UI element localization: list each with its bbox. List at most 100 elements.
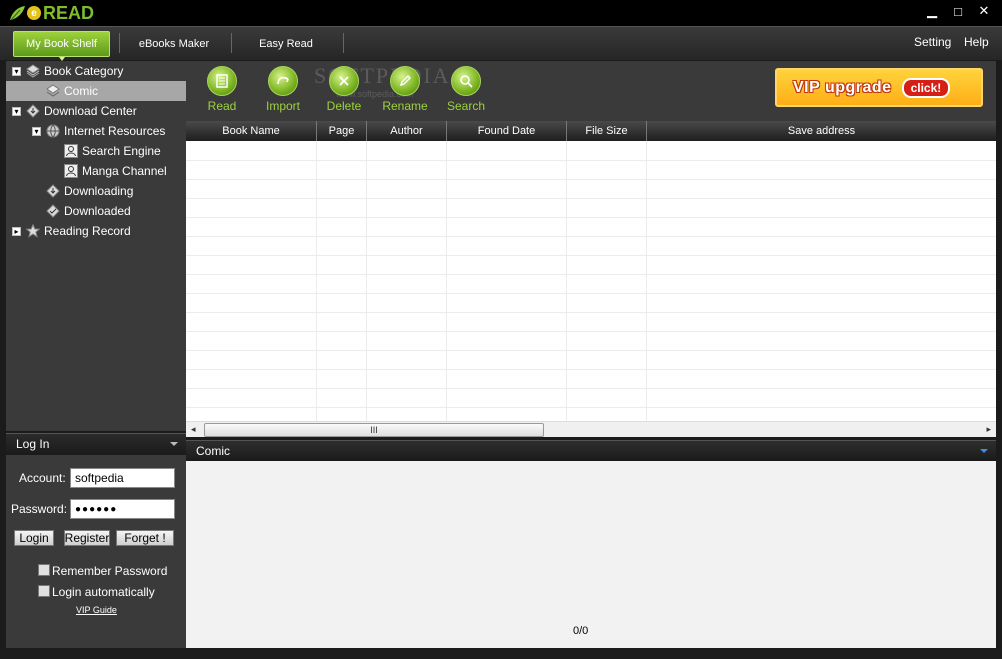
- download-icon: [46, 184, 60, 198]
- table-grid: [186, 141, 996, 421]
- account-input[interactable]: softpedia: [70, 468, 175, 488]
- book-table: Book Name Page Author Found Date File Si…: [186, 121, 996, 437]
- tree-item-downloading[interactable]: Downloading: [6, 181, 186, 201]
- account-label: Account:: [19, 471, 66, 485]
- preview-pane: 0/0: [186, 461, 996, 648]
- import-button[interactable]: Import: [253, 66, 313, 113]
- tree-item-book-category[interactable]: ▾ Book Category: [6, 61, 186, 81]
- scroll-left-icon[interactable]: ◂: [191, 424, 196, 435]
- remember-password-label[interactable]: Remember Password: [52, 564, 167, 578]
- vip-upgrade-banner[interactable]: VIP upgrade click!: [775, 68, 983, 107]
- preview-header[interactable]: Comic: [186, 440, 996, 460]
- rename-pencil-icon: [390, 66, 420, 96]
- login-button[interactable]: Login: [14, 530, 54, 546]
- login-panel-header[interactable]: Log In: [6, 433, 186, 453]
- leaf-icon: [10, 6, 25, 21]
- tree-item-label: Downloaded: [64, 204, 131, 218]
- column-header-page[interactable]: Page: [317, 121, 367, 141]
- collapse-toggle-icon[interactable]: ▾: [12, 66, 21, 76]
- downloaded-icon: [46, 204, 60, 218]
- tree-item-download-center[interactable]: ▾ Download Center: [6, 101, 186, 121]
- horizontal-scrollbar[interactable]: ◂ III ▸: [186, 421, 996, 437]
- read-button[interactable]: Read: [192, 66, 252, 113]
- scroll-right-icon[interactable]: ▸: [986, 424, 991, 435]
- star-icon: [26, 224, 40, 238]
- tree-item-label: Reading Record: [44, 224, 131, 238]
- tab-separator: [119, 33, 120, 53]
- rename-button[interactable]: Rename: [375, 66, 435, 113]
- tree-item-search-engine[interactable]: Search Engine: [6, 141, 186, 161]
- tree-item-label: Internet Resources: [64, 124, 166, 138]
- tree-item-reading-record[interactable]: ▸ Reading Record: [6, 221, 186, 241]
- logo-text: READ: [43, 2, 95, 23]
- tab-separator: [343, 33, 344, 53]
- app-logo: e READ: [8, 2, 94, 24]
- tab-separator: [231, 33, 232, 53]
- title-bar: e READ ▁ □ ✕: [0, 0, 1002, 26]
- user-icon: [64, 144, 78, 158]
- tree-item-label: Book Category: [44, 64, 124, 78]
- chevron-down-icon[interactable]: [170, 442, 178, 446]
- tree-item-label: Download Center: [44, 104, 137, 118]
- search-icon: [451, 66, 481, 96]
- tree-item-label: Downloading: [64, 184, 134, 198]
- tab-ebooks-maker[interactable]: eBooks Maker: [124, 31, 224, 57]
- tree-item-comic[interactable]: Comic: [6, 81, 186, 101]
- column-header-book-name[interactable]: Book Name: [186, 121, 317, 141]
- login-header-label: Log In: [16, 436, 50, 451]
- table-header: Book Name Page Author Found Date File Si…: [186, 121, 996, 141]
- forget-button[interactable]: Forget !: [116, 530, 174, 546]
- close-button[interactable]: ✕: [974, 2, 994, 20]
- status-strip: [0, 648, 1002, 659]
- column-header-file-size[interactable]: File Size: [567, 121, 647, 141]
- logo-badge: e: [27, 6, 41, 20]
- comic-folder-icon: [46, 84, 60, 98]
- column-header-found-date[interactable]: Found Date: [447, 121, 567, 141]
- column-header-author[interactable]: Author: [367, 121, 447, 141]
- tab-my-book-shelf[interactable]: My Book Shelf: [13, 31, 110, 61]
- globe-icon: [46, 124, 60, 138]
- window-controls: ▁ □ ✕: [922, 2, 994, 20]
- toolbar: SOFTPEDIA www.softpedia.com Read Import …: [186, 61, 996, 121]
- remember-password-checkbox[interactable]: [38, 564, 50, 576]
- column-header-save-address[interactable]: Save address: [647, 121, 996, 141]
- login-automatically-checkbox[interactable]: [38, 585, 50, 597]
- table-body: [186, 141, 996, 421]
- book-stack-icon: [26, 64, 40, 78]
- minimize-button[interactable]: ▁: [922, 2, 942, 20]
- tree-item-internet-resources[interactable]: ▾ Internet Resources: [6, 121, 186, 141]
- scrollbar-thumb[interactable]: III: [204, 423, 544, 437]
- vip-upgrade-text: VIP upgrade: [793, 78, 892, 96]
- chevron-down-icon[interactable]: [980, 449, 988, 453]
- preview-header-label: Comic: [196, 443, 231, 458]
- tab-label: My Book Shelf: [26, 38, 97, 50]
- tree-item-downloaded[interactable]: Downloaded: [6, 201, 186, 221]
- password-input[interactable]: ●●●●●●: [70, 499, 175, 519]
- maximize-button[interactable]: □: [948, 2, 968, 20]
- collapse-toggle-icon[interactable]: ▾: [12, 106, 21, 116]
- menu-bar: My Book Shelf eBooks Maker Easy Read Set…: [0, 26, 1002, 61]
- search-label: Search: [446, 99, 486, 113]
- tree-item-label: Search Engine: [82, 144, 161, 158]
- vip-guide-link[interactable]: VIP Guide: [76, 605, 117, 615]
- register-button[interactable]: Register: [64, 530, 110, 546]
- login-automatically-label[interactable]: Login automatically: [52, 585, 155, 599]
- book-open-icon: [207, 66, 237, 96]
- download-center-icon: [26, 104, 40, 118]
- menu-help[interactable]: Help: [964, 35, 989, 49]
- delete-x-icon: [329, 66, 359, 96]
- menu-setting[interactable]: Setting: [914, 35, 951, 49]
- expand-toggle-icon[interactable]: ▸: [12, 226, 21, 236]
- vip-click-badge[interactable]: click!: [901, 77, 951, 98]
- import-arrow-icon: [268, 66, 298, 96]
- user-icon: [64, 164, 78, 178]
- tree-item-label: Comic: [64, 84, 99, 98]
- collapse-toggle-icon[interactable]: ▾: [32, 126, 41, 136]
- tree-item-manga-channel[interactable]: Manga Channel: [6, 161, 186, 181]
- read-label: Read: [207, 99, 237, 113]
- delete-button[interactable]: Delete: [314, 66, 374, 113]
- rename-label: Rename: [382, 99, 428, 113]
- delete-label: Delete: [326, 99, 362, 113]
- search-button[interactable]: Search: [436, 66, 496, 113]
- tab-easy-read[interactable]: Easy Read: [236, 31, 336, 57]
